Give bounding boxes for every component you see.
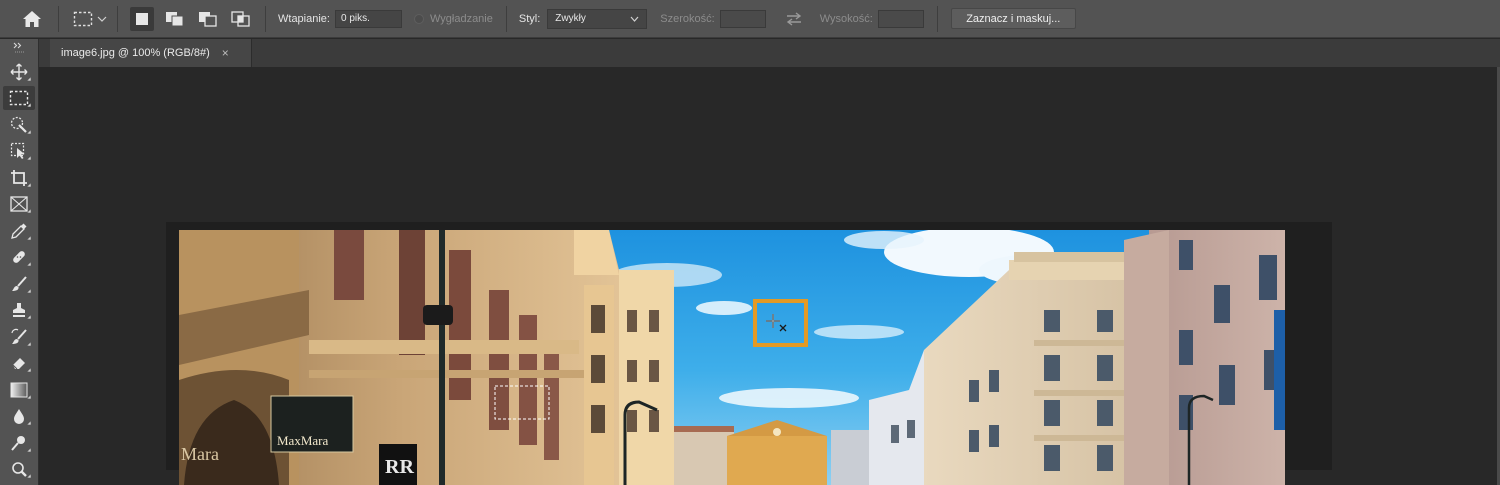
street-photo: MaxMara Mara RR [179,230,1285,485]
move-icon [10,63,28,80]
spot-healing-icon [13,251,25,263]
rectangular-marquee-icon [9,90,29,106]
separator [117,5,118,32]
new-selection-button[interactable] [130,6,154,31]
clone-stamp-icon [13,303,25,317]
blur-tool[interactable] [3,404,35,428]
separator [505,5,507,32]
new-selection-icon [136,12,148,25]
maxmara-sign: MaxMara [277,433,328,448]
tools-panel [0,39,39,485]
antialias-checkbox[interactable] [413,13,424,24]
panel-grip[interactable] [0,39,38,57]
document-tab[interactable]: image6.jpg @ 100% (RGB/8#) × [50,39,252,67]
preset-dropdown[interactable] [95,7,109,31]
subtract-selection-icon [199,11,217,27]
separator [58,5,59,32]
select-and-mask-button[interactable]: Zaznacz i maskuj... [950,8,1076,29]
home-button[interactable] [20,7,44,31]
style-label: Styl: [518,12,541,25]
close-icon[interactable]: × [222,46,229,60]
eyedropper-tool[interactable] [3,219,35,243]
crop-icon [11,169,27,186]
intersect-selection-button[interactable] [229,7,253,31]
separator [265,5,266,32]
separator [936,5,938,32]
dodge-tool[interactable] [3,431,35,455]
chevron-down-icon [630,16,639,22]
marquee-tool[interactable] [3,86,35,110]
mara-sign-fragment: Mara [181,444,219,464]
style-select-value: Zwykły [555,13,586,24]
marquee-preset-button[interactable] [71,7,95,31]
gradient-icon [10,382,28,397]
spot-healing-tool[interactable] [3,245,35,269]
antialias-label: Wygładzanie [429,12,493,25]
clone-stamp-tool[interactable] [3,298,35,322]
chevron-down-icon [97,16,107,22]
add-to-selection-button[interactable] [163,7,187,31]
height-label: Wysokość: [819,12,873,25]
history-brush-icon [11,328,27,344]
feather-input[interactable]: 0 piks. [334,9,402,28]
swap-dimensions-button[interactable] [782,7,806,31]
frame-icon [10,196,28,212]
object-selection-tool[interactable] [3,139,35,163]
blur-icon [14,409,24,424]
collapse-icon [13,42,24,53]
document-tab-title: image6.jpg @ 100% (RGB/8#) [61,47,210,59]
width-input[interactable] [719,9,766,28]
frame-tool[interactable] [3,192,35,216]
brush-icon [12,275,27,291]
object-selection-icon [10,142,25,159]
rectangular-marquee-icon [73,11,93,26]
brush-tool[interactable] [3,272,35,296]
rr-sign: RR [385,456,414,478]
swap-icon [786,11,801,26]
quick-selection-tool[interactable] [3,113,35,137]
feather-label: Wtapianie: [278,12,330,25]
add-selection-icon [166,11,184,26]
history-brush-tool[interactable] [3,325,35,349]
quick-selection-icon [10,116,27,133]
crop-tool[interactable] [3,166,35,190]
width-label: Szerokość: [660,12,715,25]
document-image[interactable]: MaxMara Mara RR [179,230,1285,485]
document-tab-bar: image6.jpg @ 100% (RGB/8#) × [0,39,1500,67]
pen-icon [12,462,27,477]
eyedropper-icon [11,223,27,239]
move-tool[interactable] [3,60,35,84]
eraser-tool[interactable] [3,351,35,375]
eraser-icon [12,358,25,370]
home-icon [23,10,41,27]
pen-tool[interactable] [3,457,35,481]
dodge-icon [11,435,25,451]
style-select[interactable]: Zwykły [547,8,648,29]
height-input[interactable] [877,9,924,28]
intersect-selection-icon [231,10,250,27]
subtract-from-selection-button[interactable] [196,7,220,31]
gradient-tool[interactable] [3,378,35,402]
options-bar: Wtapianie: 0 piks. Wygładzanie Styl: Zwy… [0,0,1500,38]
